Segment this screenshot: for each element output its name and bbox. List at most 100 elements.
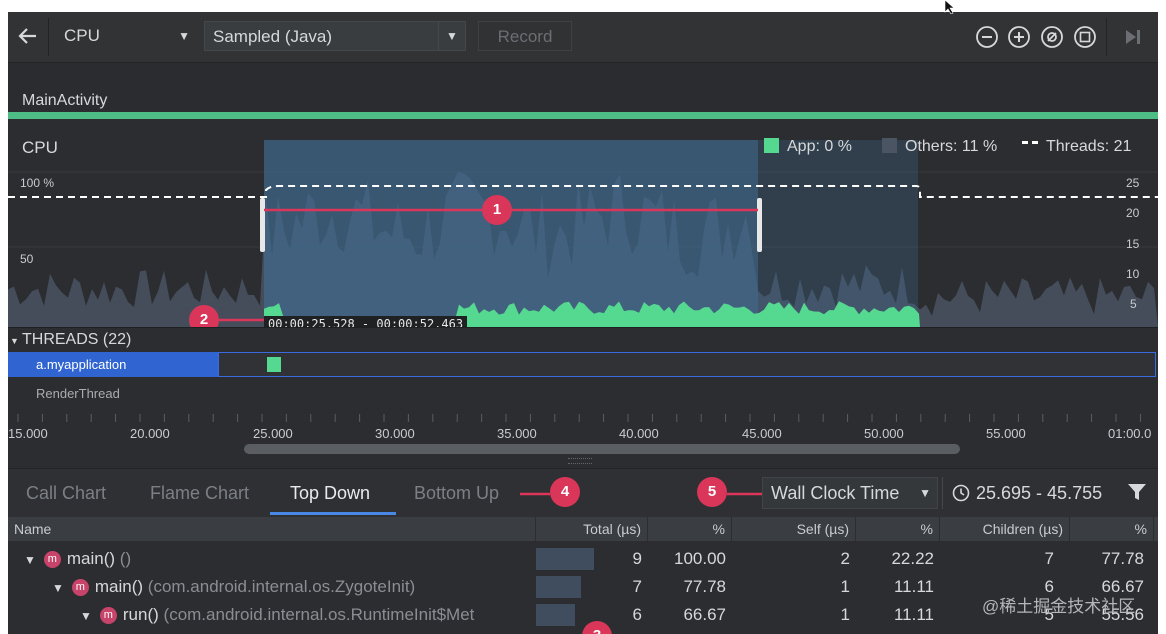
tab-flame-chart[interactable]: Flame Chart bbox=[150, 483, 249, 504]
self-time-cell: 1 bbox=[840, 577, 850, 596]
time-axis-label: 30.000 bbox=[375, 426, 415, 441]
method-name: main() bbox=[66, 549, 116, 568]
time-axis-label: 40.000 bbox=[619, 426, 659, 441]
back-arrow-icon[interactable] bbox=[14, 22, 42, 50]
thread-row-selected[interactable]: a.myapplication bbox=[8, 352, 1158, 377]
filter-icon[interactable] bbox=[1126, 481, 1148, 503]
toolbar-divider bbox=[1106, 18, 1107, 56]
children-percent-cell: 77.78 bbox=[1101, 549, 1144, 568]
table-header: Name Total (µs) % Self (µs) % Children (… bbox=[8, 517, 1158, 541]
expand-triangle-icon[interactable]: ▼ bbox=[80, 602, 92, 629]
analysis-tabs-bar: Call Chart Flame Chart Top Down Bottom U… bbox=[8, 468, 1158, 517]
method-package: (com.android.internal.os.ZygoteInit) bbox=[147, 577, 416, 596]
tab-top-down[interactable]: Top Down bbox=[290, 483, 370, 504]
method-name-cell: ▼ m main() () bbox=[18, 545, 538, 573]
activity-state-bar bbox=[8, 112, 1158, 119]
column-header-children[interactable]: Children (µs) bbox=[950, 517, 1070, 541]
selection-handle-right bbox=[757, 198, 762, 252]
tab-call-chart[interactable]: Call Chart bbox=[26, 483, 106, 504]
legend-app-swatch bbox=[764, 138, 779, 153]
legend-threads: Threads: 21 bbox=[1022, 138, 1131, 156]
time-axis-label: 45.000 bbox=[742, 426, 782, 441]
time-axis: 15.000 20.000 25.000 30.000 35.000 40.00… bbox=[8, 408, 1158, 464]
total-percent-cell: 100.00 bbox=[674, 549, 726, 568]
table-row[interactable]: ▼ m main() () 9 100.00 2 22.22 7 77.78 bbox=[8, 545, 1158, 573]
y-axis-label-100: 100 % bbox=[20, 176, 55, 190]
legend-threads-swatch bbox=[1022, 141, 1038, 147]
thread-activity-segment bbox=[267, 357, 281, 372]
recording-config-dropdown-toggle[interactable]: ▼ bbox=[438, 21, 466, 51]
time-axis-label: 25.000 bbox=[253, 426, 293, 441]
legend-threads-label: Threads: 21 bbox=[1046, 138, 1132, 155]
thread-name-label: a.myapplication bbox=[8, 352, 218, 377]
clock-type-dropdown[interactable]: Wall Clock Time ▼ bbox=[762, 477, 938, 509]
profiler-selector[interactable]: CPU ▼ bbox=[56, 23, 196, 49]
toolbar-divider bbox=[48, 18, 49, 56]
method-package: () bbox=[119, 549, 132, 568]
method-package: (com.android.internal.os.RuntimeInit$Met bbox=[163, 605, 475, 624]
column-header-children-percent[interactable]: % bbox=[1070, 517, 1154, 541]
tab-bottom-up[interactable]: Bottom Up bbox=[414, 483, 499, 504]
legend-others-label: Others: 11 % bbox=[905, 138, 998, 155]
reset-zoom-icon[interactable] bbox=[1039, 24, 1065, 50]
time-axis-label: 20.000 bbox=[130, 426, 170, 441]
profiler-toolbar: CPU ▼ Sampled (Java) ▼ Record bbox=[8, 12, 1158, 63]
selection-handle-left bbox=[260, 198, 265, 252]
watermark: @稀土掘金技术社区 bbox=[982, 597, 1136, 616]
clock-icon bbox=[952, 484, 970, 502]
thread-activity-track[interactable] bbox=[218, 352, 1156, 377]
threads-axis-label-25: 25 bbox=[1126, 176, 1140, 190]
threads-axis-label-15: 15 bbox=[1126, 237, 1140, 251]
recording-config-dropdown[interactable]: Sampled (Java) bbox=[204, 21, 440, 51]
selected-time-range-value: 25.695 - 45.755 bbox=[976, 483, 1103, 503]
thread-row[interactable]: RenderThread bbox=[8, 378, 1158, 408]
threads-axis-label-5: 5 bbox=[1130, 297, 1137, 311]
legend-app-label: App: 0 % bbox=[787, 138, 852, 155]
method-name-cell: ▼ m main() (com.android.internal.os.Zygote… bbox=[46, 573, 538, 601]
total-time-cell: 7 bbox=[632, 577, 642, 596]
column-header-name[interactable]: Name bbox=[8, 517, 536, 541]
chevron-down-icon: ▼ bbox=[919, 486, 931, 500]
collapse-triangle-icon[interactable]: ▼ bbox=[10, 336, 19, 346]
column-header-self-percent[interactable]: % bbox=[856, 517, 940, 541]
threads-header[interactable]: ▼ THREADS (22) bbox=[8, 327, 1158, 352]
cpu-usage-chart[interactable]: CPU 100 % 50 25 20 15 10 5 App: 0 % Othe… bbox=[8, 122, 1158, 335]
column-header-total-percent[interactable]: % bbox=[648, 517, 732, 541]
column-header-total[interactable]: Total (µs) bbox=[536, 517, 648, 541]
timeline-scrollbar[interactable] bbox=[244, 444, 960, 454]
record-button[interactable]: Record bbox=[478, 21, 572, 51]
threads-axis-label-10: 10 bbox=[1126, 267, 1140, 281]
active-tab-indicator bbox=[270, 512, 396, 515]
annotation-line-4 bbox=[520, 492, 550, 496]
threads-axis-label-20: 20 bbox=[1126, 206, 1140, 220]
thread-name-label: RenderThread bbox=[36, 386, 120, 401]
y-axis-label-50: 50 bbox=[20, 252, 34, 266]
callout-4: 4 bbox=[550, 477, 580, 507]
time-axis-label: 35.000 bbox=[497, 426, 537, 441]
total-percent-cell: 66.67 bbox=[683, 605, 726, 624]
time-axis-label: 01:00.0 bbox=[1108, 426, 1152, 441]
expand-triangle-icon[interactable]: ▼ bbox=[52, 574, 64, 601]
self-time-cell: 2 bbox=[840, 549, 850, 568]
selected-range-highlight bbox=[264, 140, 758, 327]
method-name: main() bbox=[94, 577, 144, 596]
recording-config-label: Sampled (Java) bbox=[213, 27, 333, 46]
legend-others: Others: 11 % bbox=[882, 138, 997, 156]
splitter-handle[interactable] bbox=[568, 458, 592, 464]
column-header-self[interactable]: Self (µs) bbox=[756, 517, 856, 541]
zoom-out-icon[interactable] bbox=[974, 24, 1000, 50]
zoom-in-icon[interactable] bbox=[1006, 24, 1032, 50]
time-axis-label: 50.000 bbox=[864, 426, 904, 441]
method-badge-icon: m bbox=[71, 579, 89, 596]
self-percent-cell: 11.11 bbox=[893, 577, 934, 596]
jump-to-live-icon[interactable] bbox=[1120, 24, 1146, 50]
total-time-cell: 9 bbox=[632, 549, 642, 568]
callout-5: 5 bbox=[697, 477, 727, 507]
expand-triangle-icon[interactable]: ▼ bbox=[24, 546, 36, 573]
callout-1: 1 bbox=[482, 195, 512, 225]
self-time-cell: 1 bbox=[840, 605, 850, 624]
zoom-to-selection-icon[interactable] bbox=[1072, 24, 1098, 50]
legend-app: App: 0 % bbox=[764, 138, 852, 156]
chevron-down-icon: ▼ bbox=[446, 29, 458, 43]
toolbar-divider bbox=[942, 477, 943, 509]
